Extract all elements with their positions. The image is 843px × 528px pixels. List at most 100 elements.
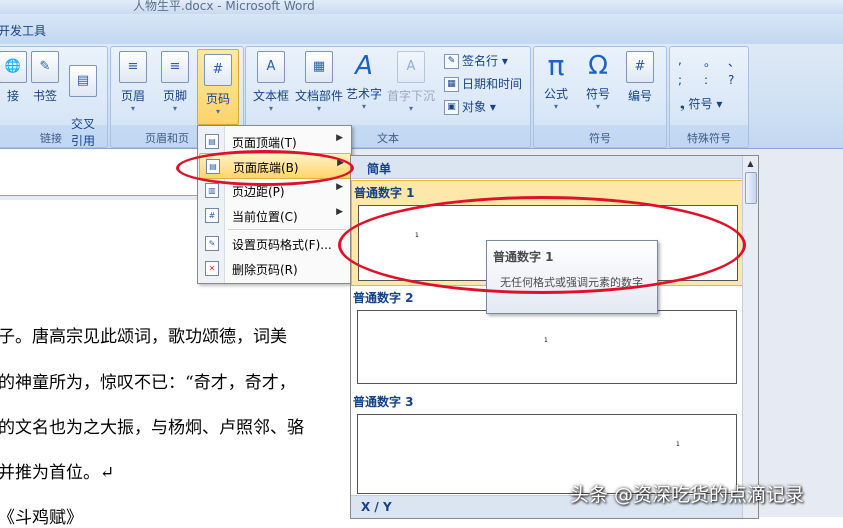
text-box-label: 文本框 bbox=[252, 89, 289, 103]
document-line: 《斗鸡赋》 bbox=[0, 508, 83, 528]
signature-line-label: 签名行 bbox=[462, 54, 499, 68]
group-symbols: π 公式 ▾ Ω 符号 ▾ # 编号 符号 bbox=[533, 46, 667, 148]
symbol-colon[interactable]: : bbox=[704, 73, 708, 87]
symbol-question[interactable]: ? bbox=[728, 73, 734, 87]
object-label: 对象 bbox=[462, 100, 487, 114]
footer-label: 页脚 bbox=[162, 89, 187, 103]
more-symbols-label: 符号 bbox=[688, 97, 713, 111]
page-number-label: 页码 bbox=[205, 92, 230, 106]
date-time-button[interactable]: ▦ 日期和时间 bbox=[444, 75, 522, 92]
symbol-label: 符号 bbox=[585, 87, 610, 101]
menu-item-format-page-numbers[interactable]: ✎ 设置页码格式(F)... bbox=[199, 231, 349, 255]
format-icon: ✎ bbox=[205, 236, 219, 251]
menu-item-current-position[interactable]: # 当前位置(C) ▶ bbox=[199, 203, 349, 227]
cross-reference-icon: ▤ bbox=[69, 65, 97, 97]
delete-icon: ✕ bbox=[205, 261, 219, 276]
current-position-icon: # bbox=[205, 208, 219, 223]
wordart-button[interactable]: A 艺术字 ▾ bbox=[344, 51, 384, 111]
date-time-label: 日期和时间 bbox=[462, 77, 523, 91]
quick-parts-button[interactable]: ▦ 文档部件 ▾ bbox=[294, 51, 344, 113]
omega-icon: Ω bbox=[588, 51, 608, 81]
page-bottom-icon: ▤ bbox=[206, 159, 220, 174]
group-symbols-label: 符号 bbox=[589, 132, 611, 145]
menu-item-page-margins[interactable]: ▥ 页边距(P) ▶ bbox=[199, 178, 349, 202]
numbering-button[interactable]: # 编号 bbox=[622, 51, 658, 104]
footer-button[interactable]: ≡ 页脚 ▾ bbox=[157, 51, 193, 113]
equation-label: 公式 bbox=[543, 87, 568, 101]
object-icon: ▣ bbox=[444, 100, 459, 115]
wordart-label: 艺术字 bbox=[345, 87, 382, 101]
drop-cap-button[interactable]: A 首字下沉 ▾ bbox=[386, 51, 436, 113]
menu-item-top-of-page[interactable]: ▤ 页面顶端(T) ▶ bbox=[199, 129, 349, 153]
document-line: 子。唐高宗见此颂词，歌功颂德，词美 bbox=[0, 327, 287, 347]
chevron-right-icon: ▶ bbox=[336, 133, 343, 143]
page-margin-icon: ▥ bbox=[205, 183, 219, 198]
symbol-period[interactable]: 。 bbox=[704, 53, 716, 70]
equation-button[interactable]: π 公式 ▾ bbox=[538, 49, 574, 112]
group-special-symbols-label: 特殊符号 bbox=[687, 132, 731, 145]
chevron-down-icon: ▾ bbox=[408, 104, 413, 113]
chevron-down-icon: ▾ bbox=[361, 102, 366, 111]
menu-item-label: 页边距(P) bbox=[232, 185, 285, 199]
quick-parts-icon: ▦ bbox=[305, 51, 333, 83]
chevron-right-icon: ▶ bbox=[336, 182, 343, 192]
gallery-scrollbar[interactable]: ▲ bbox=[742, 156, 758, 518]
menu-separator bbox=[228, 229, 346, 230]
page-number-icon: # bbox=[204, 54, 232, 86]
numbering-label: 编号 bbox=[627, 89, 652, 103]
page-number-menu: ▤ 页面顶端(T) ▶ ▤ 页面底端(B) ▶ ▥ 页边距(P) ▶ # 当前位… bbox=[197, 125, 352, 284]
symbol-semicolon[interactable]: ; bbox=[678, 73, 682, 87]
footer-icon: ≡ bbox=[161, 51, 189, 83]
symbol-comma[interactable]: , bbox=[678, 53, 682, 67]
object-button[interactable]: ▣ 对象 ▾ bbox=[444, 98, 496, 115]
tab-developer[interactable]: 开发工具 bbox=[0, 22, 46, 39]
chevron-right-icon: ▶ bbox=[337, 158, 344, 168]
menu-item-label: 删除页码(R) bbox=[232, 263, 298, 277]
more-symbols-button[interactable]: ❟ 符号 ▾ bbox=[680, 95, 722, 112]
gallery-item-title: 普通数字 1 bbox=[354, 186, 415, 200]
cross-reference-button[interactable]: ▤ 交叉 引用 bbox=[65, 51, 101, 163]
signature-line-button[interactable]: ✎ 签名行 ▾ bbox=[444, 52, 508, 69]
signature-icon: ✎ bbox=[444, 54, 459, 69]
ribbon-tab-bar: 开发工具 bbox=[0, 14, 843, 44]
bookmark-button[interactable]: ✎ 书签 bbox=[27, 51, 63, 104]
document-line: 的文名也为之大振，与杨炯、卢照邻、骆 bbox=[0, 418, 304, 438]
chevron-down-icon: ▾ bbox=[553, 102, 558, 111]
pi-icon: π bbox=[547, 49, 565, 82]
group-special-symbols: , 。 、 ; : ? ❟ 符号 ▾ 特殊符号 bbox=[669, 46, 749, 148]
scrollbar-thumb[interactable] bbox=[745, 172, 757, 204]
group-links: 🌐 接 ✎ 书签 ▤ 交叉 引用 链接 bbox=[0, 46, 108, 148]
scroll-up-icon[interactable]: ▲ bbox=[745, 158, 756, 169]
symbol-enum-comma[interactable]: 、 bbox=[728, 53, 740, 70]
page-top-icon: ▤ bbox=[205, 134, 219, 149]
title-bar: 人物生平.docx - Microsoft Word bbox=[0, 0, 843, 14]
text-box-button[interactable]: A 文本框 ▾ bbox=[250, 51, 292, 113]
gallery-item-title: 普通数字 2 bbox=[353, 291, 414, 305]
page-number-gallery: 简单 普通数字 1 1 普通数字 2 1 普通数字 3 1 X / Y ▲ bbox=[350, 155, 759, 519]
menu-item-label: 页面底端(B) bbox=[233, 161, 299, 175]
tooltip: 普通数字 1 无任何格式或强调元素的数字 bbox=[486, 240, 658, 314]
chevron-down-icon: ▾ bbox=[316, 104, 321, 113]
header-button[interactable]: ≡ 页眉 ▾ bbox=[115, 51, 151, 113]
bookmark-icon: ✎ bbox=[31, 51, 59, 83]
gallery-section-label: 简单 bbox=[367, 162, 392, 176]
menu-item-bottom-of-page[interactable]: ▤ 页面底端(B) ▶ bbox=[199, 153, 351, 179]
group-links-label: 链接 bbox=[40, 132, 62, 145]
header-label: 页眉 bbox=[120, 89, 145, 103]
gallery-item-preview: 1 bbox=[357, 310, 737, 384]
preview-page-number: 1 bbox=[676, 441, 680, 448]
chevron-down-icon: ▾ bbox=[172, 104, 177, 113]
gallery-section-header: 简单 bbox=[351, 156, 743, 179]
menu-item-label: 当前位置(C) bbox=[232, 210, 298, 224]
bookmark-label: 书签 bbox=[32, 89, 57, 103]
wordart-icon: A bbox=[355, 51, 373, 81]
gallery-section-label: X / Y bbox=[361, 500, 392, 514]
menu-item-remove-page-numbers[interactable]: ✕ 删除页码(R) bbox=[199, 256, 349, 280]
chevron-down-icon: ▾ bbox=[268, 104, 273, 113]
symbol-button[interactable]: Ω 符号 ▾ bbox=[580, 51, 616, 111]
drop-cap-icon: A bbox=[397, 51, 425, 83]
chevron-right-icon: ▶ bbox=[336, 207, 343, 217]
chevron-down-icon: ▾ bbox=[215, 107, 220, 116]
page-number-button[interactable]: # 页码 ▾ bbox=[197, 49, 239, 125]
tooltip-description: 无任何格式或强调元素的数字 bbox=[500, 276, 643, 289]
